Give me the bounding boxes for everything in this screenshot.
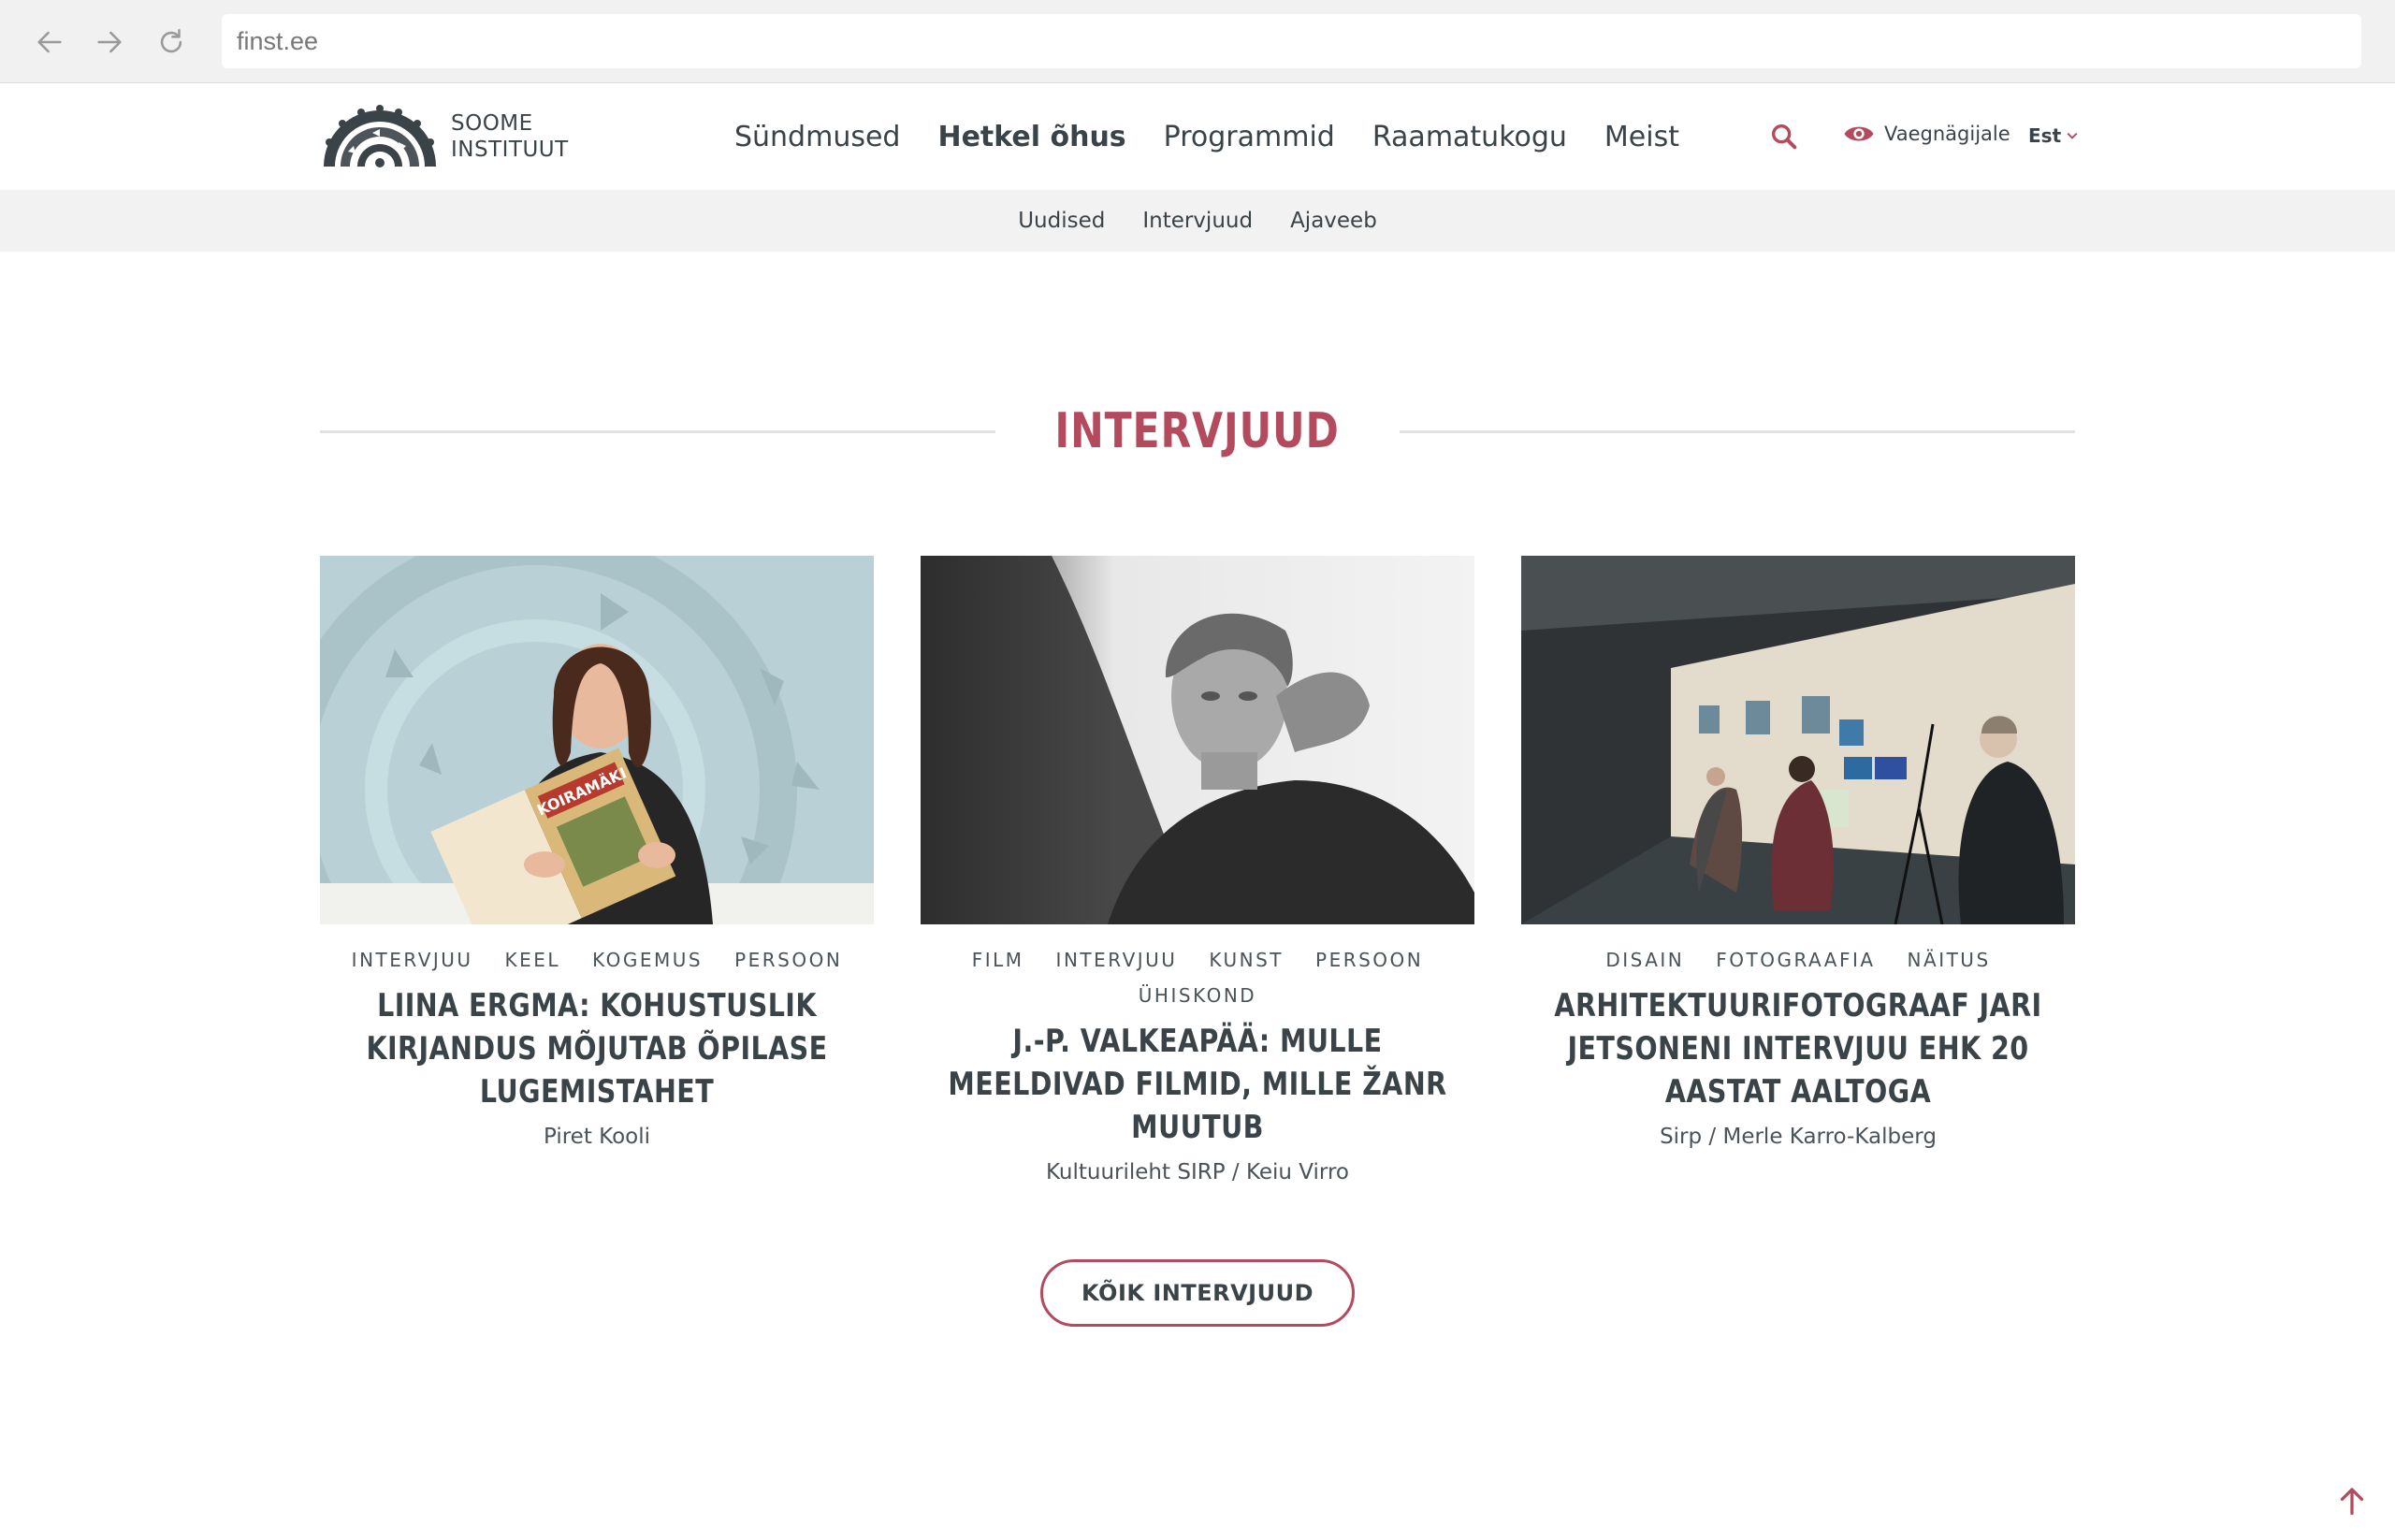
nav-item-hetkel-ohus[interactable]: Hetkel õhus	[937, 121, 1125, 153]
tag-list: FILM INTERVJUU KUNST PERSOON ÜHISKOND	[921, 949, 1474, 1007]
logo-line-1: SOOME	[451, 111, 533, 136]
arrow-up-icon	[2340, 1488, 2364, 1516]
nav-item-raamatukogu[interactable]: Raamatukogu	[1372, 121, 1567, 153]
reload-icon	[160, 28, 182, 53]
divider-right	[1399, 429, 2076, 433]
tag[interactable]: PERSOON	[1315, 949, 1423, 971]
browser-toolbar: finst.ee	[0, 0, 2395, 83]
tag[interactable]: PERSOON	[734, 949, 842, 971]
logo[interactable]: SOOME INSTITUUT	[320, 104, 569, 169]
language-selector[interactable]: Est	[2028, 124, 2078, 147]
tag-list: INTERVJUU KEEL KOGEMUS PERSOON	[320, 949, 874, 971]
article-image[interactable]	[921, 556, 1474, 924]
search-icon	[1771, 123, 1797, 150]
forward-button[interactable]	[88, 21, 131, 64]
tag[interactable]: KUNST	[1209, 949, 1284, 971]
article-author: Kultuurileht SIRP / Keiu Virro	[1045, 1160, 1350, 1184]
tag[interactable]: FILM	[972, 949, 1024, 971]
section-header: INTERVJUUD	[320, 398, 2076, 465]
scroll-top-button[interactable]	[2335, 1484, 2369, 1518]
tag[interactable]: ÜHISKOND	[1139, 984, 1256, 1007]
portrait-photo-woman: KOIRAMÄKI	[320, 556, 874, 924]
eye-icon	[1844, 126, 1874, 141]
nav-item-programmid[interactable]: Programmid	[1164, 121, 1335, 153]
portrait-photo-man	[921, 556, 1474, 924]
nav-item-sundmused[interactable]: Sündmused	[734, 121, 900, 153]
address-bar[interactable]: finst.ee	[222, 14, 2361, 68]
article-author: Piret Kooli	[543, 1125, 651, 1149]
all-interviews-button[interactable]: KÕIK INTERVJUUD	[1040, 1259, 1355, 1327]
article-image[interactable]	[1521, 556, 2075, 924]
back-button[interactable]	[28, 21, 71, 64]
tag-list: DISAIN FOTOGRAAFIA NÄITUS	[1521, 949, 2075, 971]
site-header: SOOME INSTITUUT Sündmused Hetkel õhus Pr…	[0, 83, 2395, 190]
article-title[interactable]: ARHITEKTUURIFOTOGRAAF JARI JETSONENI INT…	[1523, 984, 2073, 1113]
tag[interactable]: KOGEMUS	[592, 949, 703, 971]
tag[interactable]: NÄITUS	[1908, 949, 1991, 971]
article-card[interactable]: FILM INTERVJUU KUNST PERSOON ÜHISKOND J.…	[921, 556, 1474, 1184]
article-card[interactable]: DISAIN FOTOGRAAFIA NÄITUS ARHITEKTUURIFO…	[1521, 556, 2075, 1149]
article-title[interactable]: LIINA ERGMA: KOHUSTUSLIK KIRJANDUS MÕJUT…	[322, 984, 872, 1113]
exhibition-photo	[1521, 556, 2075, 924]
article-title[interactable]: J.-P. VALKEAPÄÄ: MULLE MEELDIVAD FILMID,…	[922, 1020, 1473, 1149]
accessibility-label: Vaegnägijale	[1884, 123, 2010, 145]
reload-button[interactable]	[150, 21, 193, 64]
arrow-right-icon	[97, 31, 122, 53]
section-title: INTERVJUUD	[1054, 403, 1341, 459]
nav-item-meist[interactable]: Meist	[1604, 121, 1679, 153]
accessibility-button[interactable]: Vaegnägijale	[1843, 123, 2010, 145]
divider-left	[320, 429, 996, 433]
article-author: Sirp / Merle Karro-Kalberg	[1660, 1125, 1937, 1149]
language-label: Est	[2028, 124, 2062, 147]
search-button[interactable]	[1768, 121, 1800, 153]
arrow-left-icon	[37, 31, 62, 53]
logo-text: SOOME INSTITUUT	[451, 110, 569, 163]
tag[interactable]: FOTOGRAAFIA	[1716, 949, 1875, 971]
article-card[interactable]: KOIRAMÄKI INTERVJUU KEEL KOGEMUS PERSOON…	[320, 556, 874, 1149]
tag[interactable]: KEEL	[505, 949, 561, 971]
tag[interactable]: INTERVJUU	[1056, 949, 1178, 971]
tag[interactable]: DISAIN	[1605, 949, 1684, 971]
logo-line-2: INSTITUUT	[451, 138, 569, 162]
article-image[interactable]: KOIRAMÄKI	[320, 556, 874, 924]
tag[interactable]: INTERVJUU	[352, 949, 473, 971]
sub-nav: Uudised Intervjuud Ajaveeb	[0, 190, 2395, 252]
subnav-item-intervjuud[interactable]: Intervjuud	[1142, 209, 1253, 233]
subnav-item-ajaveeb[interactable]: Ajaveeb	[1290, 209, 1377, 233]
subnav-item-uudised[interactable]: Uudised	[1018, 209, 1105, 233]
chevron-down-icon	[2067, 132, 2078, 139]
logo-icon	[324, 105, 436, 167]
